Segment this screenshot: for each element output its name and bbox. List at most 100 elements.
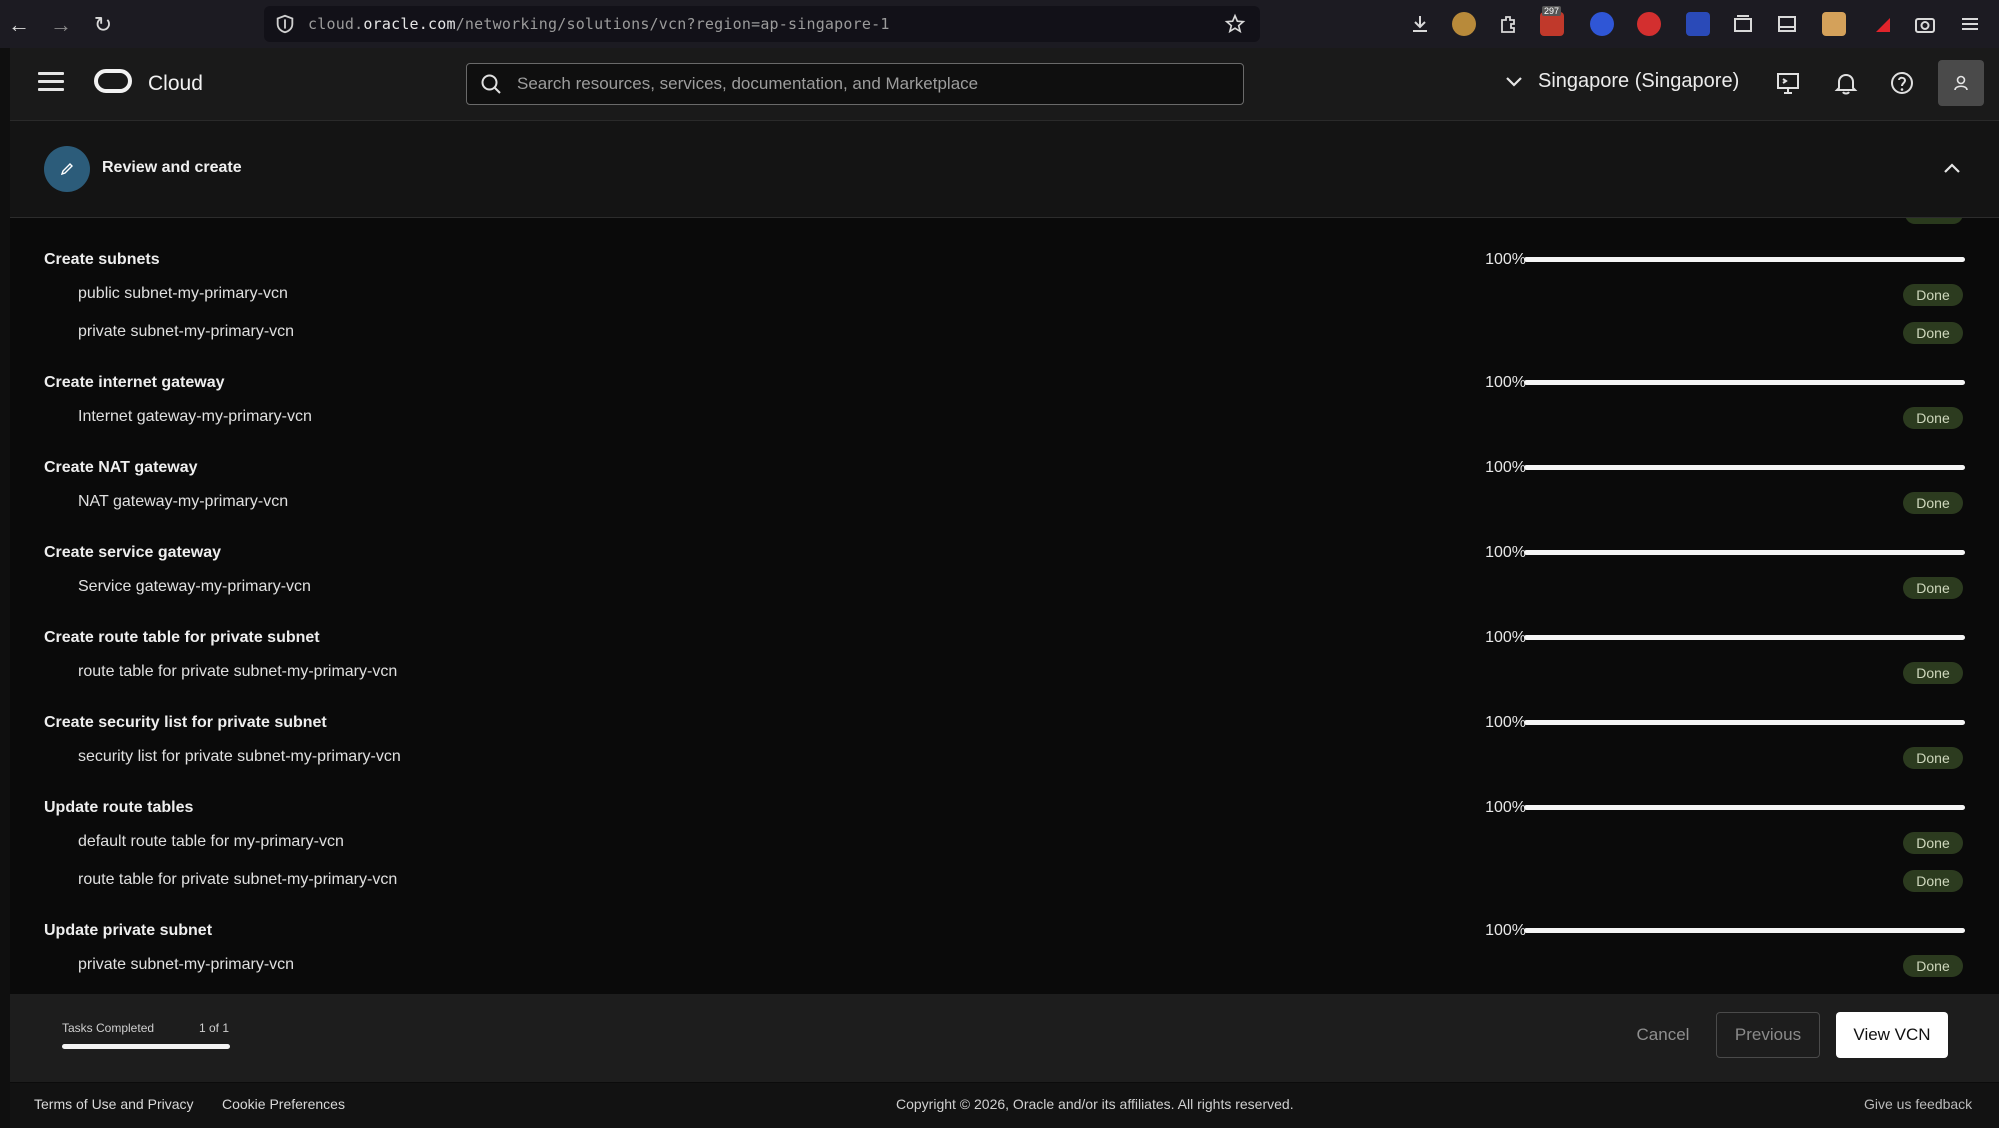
- screenshot-camera-icon[interactable]: [1913, 12, 1937, 36]
- reload-icon[interactable]: ↻: [90, 12, 116, 38]
- progress-fill: [1524, 928, 1965, 933]
- progress-percent: 100%: [1485, 459, 1526, 476]
- shield-icon: [276, 14, 294, 34]
- back-arrow-icon[interactable]: ←: [6, 12, 32, 38]
- task-item: route table for private subnet-my-primar…: [78, 663, 398, 680]
- page-footer: Terms of Use and Privacy Cookie Preferen…: [10, 1083, 1999, 1128]
- container-tab-icon[interactable]: [1731, 12, 1755, 36]
- extension-play-icon[interactable]: [1637, 12, 1661, 36]
- extensions-puzzle-icon[interactable]: [1496, 12, 1520, 36]
- progress-fill: [1524, 805, 1965, 810]
- extension-notes-icon[interactable]: [1822, 12, 1846, 36]
- terms-link[interactable]: Terms of Use and Privacy: [34, 1096, 194, 1112]
- task-item: NAT gateway-my-primary-vcn: [78, 493, 289, 510]
- group-title: Create service gateway: [44, 544, 221, 561]
- view-vcn-button[interactable]: View VCN: [1836, 1012, 1948, 1058]
- group-title: Create route table for private subnet: [44, 629, 320, 646]
- progress-percent: 100%: [1485, 251, 1526, 268]
- browser-menu-icon[interactable]: [1958, 12, 1982, 36]
- cookie-preferences-link[interactable]: Cookie Preferences: [222, 1096, 345, 1112]
- search-input[interactable]: [515, 73, 1219, 95]
- cloud-shell-icon[interactable]: [1774, 69, 1802, 97]
- task-item: private subnet-my-primary-vcn: [78, 956, 295, 973]
- download-icon[interactable]: [1408, 12, 1432, 36]
- progress-fill: [1524, 635, 1965, 640]
- chevron-up-icon[interactable]: [1941, 157, 1963, 179]
- previous-button[interactable]: Previous: [1716, 1012, 1820, 1058]
- tasks-completed-count: 1 of 1: [199, 1021, 230, 1035]
- oracle-logo[interactable]: [94, 69, 132, 93]
- bookmark-star-icon[interactable]: [1224, 13, 1246, 35]
- browser-toolbar: ← → ↻ cloud.oracle.com/networking/soluti…: [0, 0, 1999, 48]
- status-badge: Done: [1903, 955, 1963, 977]
- pencil-icon: [60, 163, 73, 176]
- task-item: default route table for my-primary-vcn: [78, 833, 344, 850]
- progress-fill: [1524, 380, 1965, 385]
- status-badge: Done: [1903, 577, 1963, 599]
- chevron-down-icon: [1506, 76, 1522, 87]
- step-title: Review and create: [102, 159, 242, 176]
- status-badge: Done: [1903, 662, 1963, 684]
- status-badge: Done: [1903, 322, 1963, 344]
- tasks-completed-label: Tasks Completed: [62, 1021, 155, 1035]
- tasks-progress-bar: [62, 1044, 230, 1049]
- progress-percent: 100%: [1485, 544, 1526, 561]
- help-icon[interactable]: [1888, 69, 1916, 97]
- progress-bar: [1524, 550, 1965, 555]
- group-title: Create subnets: [44, 251, 160, 268]
- left-edge: [0, 48, 10, 1128]
- status-badge: Done: [1903, 407, 1963, 429]
- forward-arrow-icon[interactable]: →: [48, 12, 74, 38]
- app-header: Cloud Singapore (Singapore): [10, 48, 1999, 121]
- status-badge: Done: [1903, 492, 1963, 514]
- progress-fill: [1524, 257, 1965, 262]
- hamburger-menu-icon[interactable]: [38, 72, 64, 94]
- progress-fill: [1524, 550, 1965, 555]
- user-icon: [1954, 75, 1968, 91]
- progress-percent: 100%: [1485, 714, 1526, 731]
- search-icon: [481, 74, 501, 94]
- progress-fill: [1524, 720, 1965, 725]
- task-progress-list: Create subnets 100% public subnet-my-pri…: [10, 218, 1999, 994]
- status-badge: Done: [1903, 747, 1963, 769]
- task-item: Internet gateway-my-primary-vcn: [78, 408, 312, 425]
- task-item: Service gateway-my-primary-vcn: [78, 578, 311, 595]
- progress-percent: 100%: [1485, 799, 1526, 816]
- task-item: route table for private subnet-my-primar…: [78, 871, 398, 888]
- extension-cookie-icon[interactable]: [1452, 12, 1476, 36]
- step-header: Review and create: [10, 121, 1999, 218]
- progress-percent: 100%: [1485, 374, 1526, 391]
- extension-red-triangle-icon[interactable]: [1870, 12, 1894, 36]
- extension-badge-icon[interactable]: [1686, 12, 1710, 36]
- cancel-button[interactable]: Cancel: [1618, 1012, 1708, 1058]
- progress-bar: [1524, 257, 1965, 262]
- extension-blue-circle-icon[interactable]: [1590, 12, 1614, 36]
- progress-bar: [1524, 635, 1965, 640]
- user-avatar[interactable]: [1938, 60, 1984, 106]
- clipped-status-badge: [1905, 218, 1963, 224]
- progress-bar: [1524, 805, 1965, 810]
- sidebar-icon[interactable]: [1775, 12, 1799, 36]
- feedback-link[interactable]: Give us feedback: [1864, 1096, 1972, 1112]
- region-selector[interactable]: Singapore (Singapore): [1504, 70, 1739, 93]
- group-title: Create internet gateway: [44, 374, 225, 391]
- progress-bar: [1524, 465, 1965, 470]
- task-item: private subnet-my-primary-vcn: [78, 323, 295, 340]
- group-title: Create security list for private subnet: [44, 714, 327, 731]
- status-badge: Done: [1903, 832, 1963, 854]
- region-label: Singapore (Singapore): [1538, 70, 1740, 92]
- progress-fill: [1524, 465, 1965, 470]
- group-title: Create NAT gateway: [44, 459, 198, 476]
- group-title: Update private subnet: [44, 922, 213, 939]
- progress-bar: [1524, 380, 1965, 385]
- search-box[interactable]: [466, 63, 1244, 105]
- status-badge: Done: [1903, 870, 1963, 892]
- brand-name[interactable]: Cloud: [148, 72, 203, 96]
- ublock-shield-icon[interactable]: 297: [1540, 6, 1564, 36]
- progress-percent: 100%: [1485, 629, 1526, 646]
- address-bar[interactable]: cloud.oracle.com/networking/solutions/vc…: [264, 6, 1260, 42]
- step-edit-icon: [44, 146, 90, 192]
- progress-percent: 100%: [1485, 922, 1526, 939]
- url-text: cloud.oracle.com/networking/solutions/vc…: [308, 15, 890, 33]
- notifications-bell-icon[interactable]: [1832, 69, 1860, 97]
